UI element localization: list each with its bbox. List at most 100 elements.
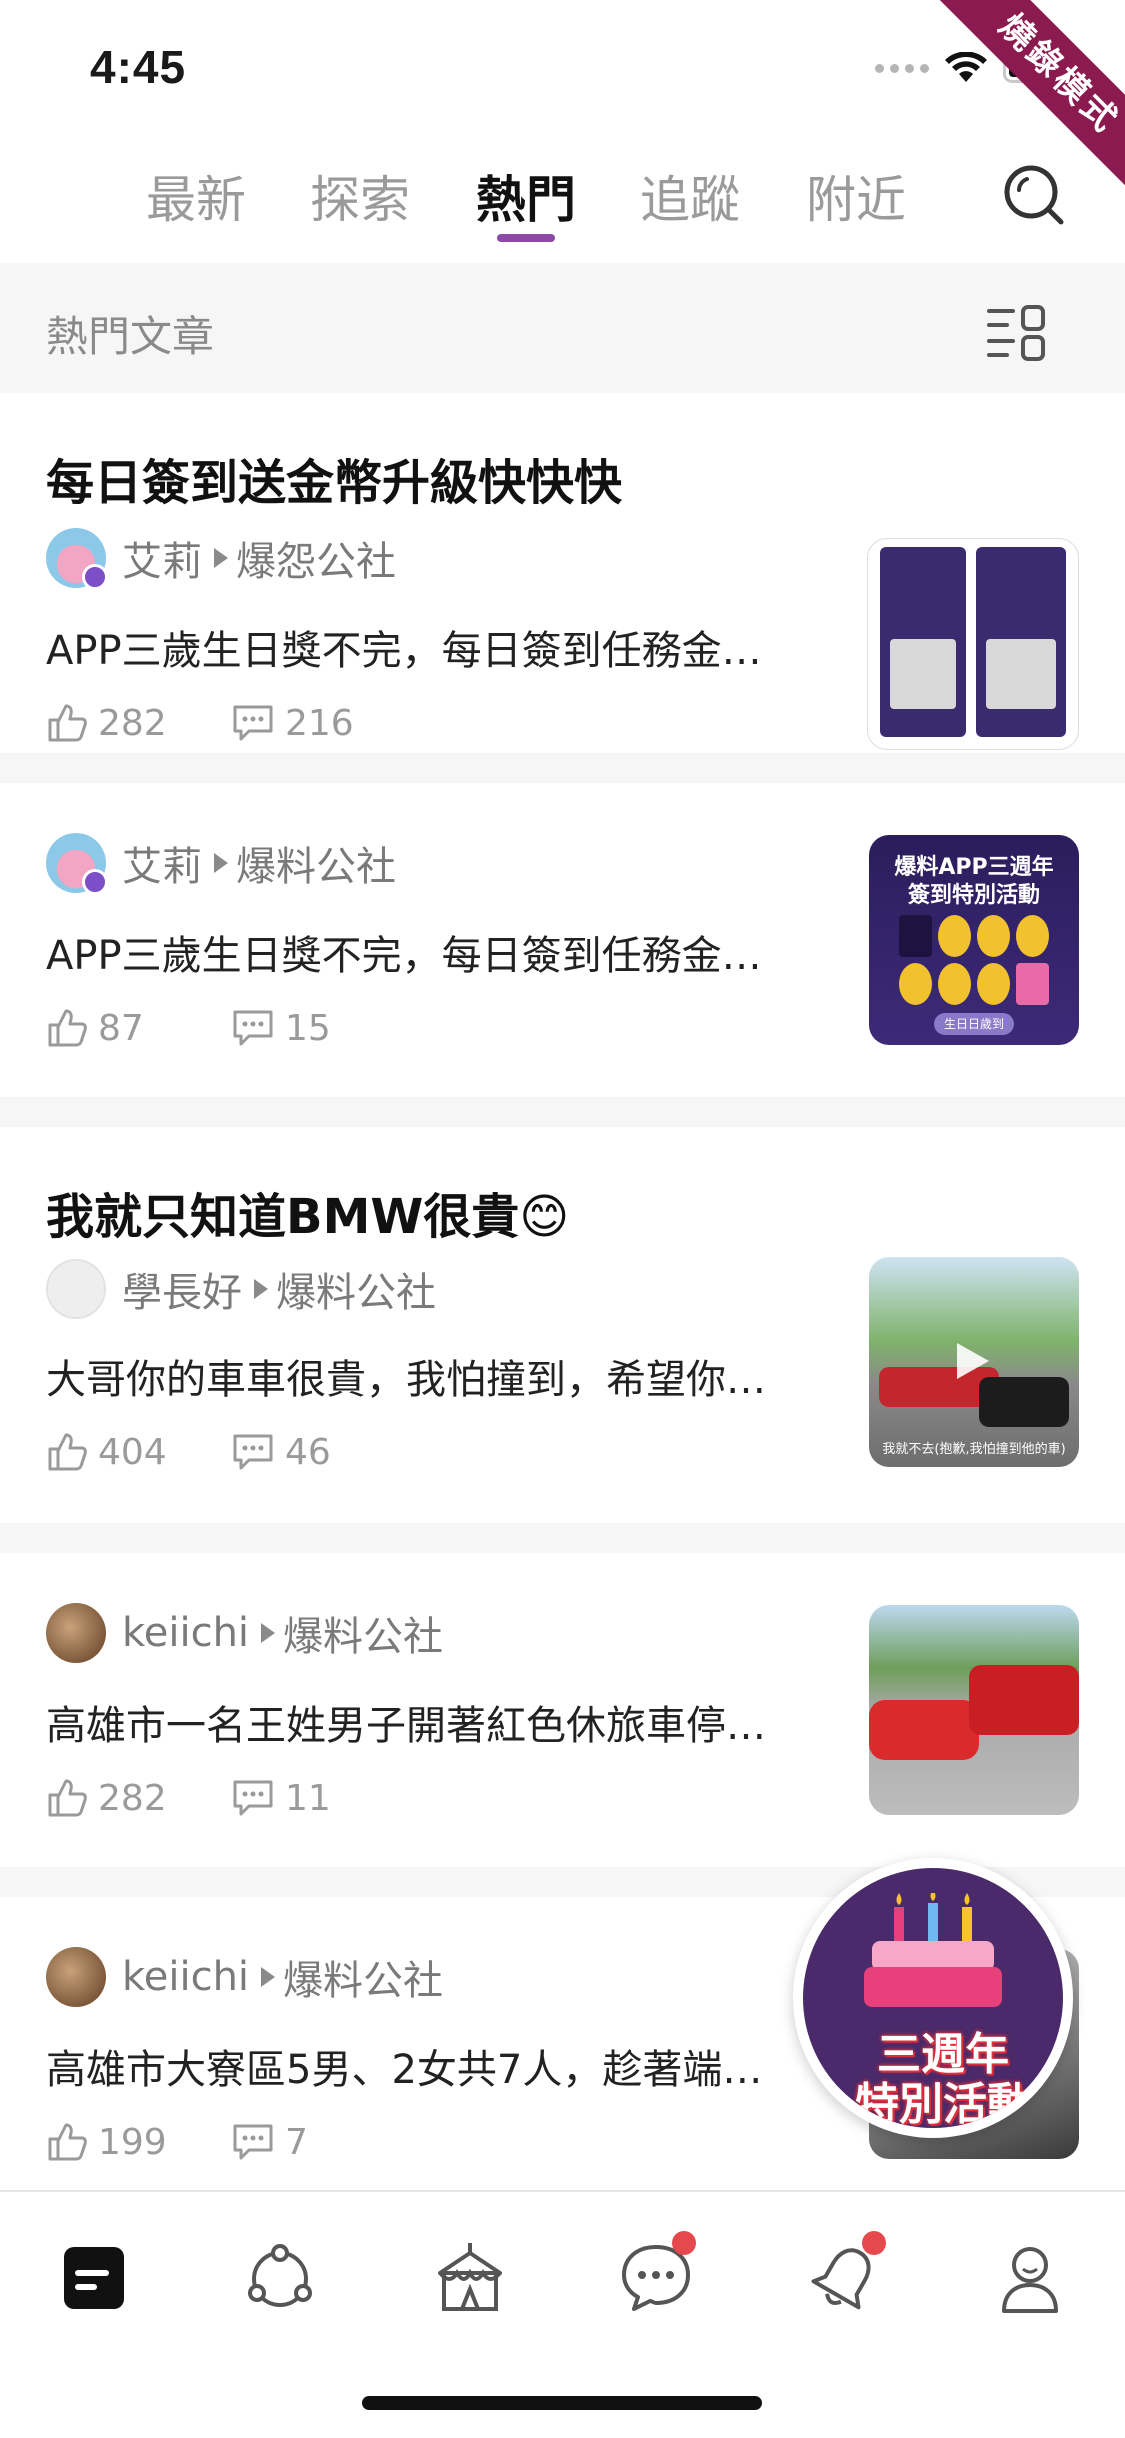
post-title: 每日簽到送金幣升級快快快: [46, 455, 623, 511]
anniversary-promo-button[interactable]: 三週年 特別活動: [793, 1858, 1073, 2138]
nav-home[interactable]: [54, 2237, 134, 2317]
play-arrow-icon: [214, 853, 228, 873]
post-thumbnail[interactable]: 我就不去(抱歉,我怕撞到他的車): [869, 1257, 1079, 1467]
post-thumbnail[interactable]: [869, 1605, 1079, 1815]
author-row: 艾莉 爆怨公社: [46, 528, 396, 590]
like-count: 282: [98, 702, 167, 744]
post-thumbnail[interactable]: 爆料APP三週年 簽到特別活動 生日日歲到: [869, 835, 1079, 1045]
author-row: 學長好 爆料公社: [46, 1259, 436, 1319]
like-count: 87: [98, 1007, 144, 1049]
verified-badge-icon: [82, 564, 108, 590]
nav-explore[interactable]: [240, 2237, 320, 2317]
comment-stat[interactable]: 216: [231, 703, 354, 744]
tab-latest[interactable]: 最新: [146, 160, 246, 232]
nav-messages[interactable]: [616, 2231, 696, 2317]
notification-badge: [862, 2231, 886, 2255]
play-arrow-icon: [254, 1279, 268, 1299]
video-play-icon: [957, 1343, 989, 1379]
comment-stat[interactable]: 46: [231, 1432, 331, 1473]
author-name[interactable]: 學長好: [122, 1260, 242, 1318]
avatar[interactable]: [46, 528, 108, 590]
comment-bubble-icon: [233, 705, 273, 741]
tab-nearby[interactable]: 附近: [806, 160, 906, 232]
post-card[interactable]: 每日簽到送金幣升級快快快 艾莉 爆怨公社 APP三歲生日獎不完，每日簽到任務金……: [0, 393, 1125, 783]
board-name[interactable]: 爆料公社: [283, 1948, 443, 2006]
user-profile-icon: [1002, 2247, 1058, 2313]
section-title: 熱門文章: [46, 312, 215, 361]
like-stat[interactable]: 87: [46, 1007, 231, 1049]
play-arrow-icon: [214, 548, 228, 568]
home-articles-icon: [64, 2247, 124, 2309]
status-time: 4:45: [90, 41, 187, 93]
author-row: 艾莉 爆料公社: [46, 833, 396, 895]
like-stat[interactable]: 282: [46, 702, 231, 744]
nav-events[interactable]: [430, 2237, 510, 2317]
board-name[interactable]: 爆怨公社: [236, 529, 396, 587]
like-stat[interactable]: 199: [46, 2121, 231, 2163]
comment-bubble-icon: [233, 1780, 273, 1816]
board-name[interactable]: 爆料公社: [283, 1604, 443, 1662]
post-card[interactable]: 我就只知道BMW很貴😊 學長好 爆料公社 大哥你的車車很貴，我怕撞到，希望你… …: [0, 1127, 1125, 1553]
post-excerpt: 大哥你的車車很貴，我怕撞到，希望你…: [46, 1357, 766, 1403]
tab-explore[interactable]: 探索: [310, 160, 410, 232]
search-icon[interactable]: [1001, 162, 1067, 228]
section-header: 熱門文章: [0, 263, 1125, 393]
post-card[interactable]: 艾莉 爆料公社 APP三歲生日獎不完，每日簽到任務金… 87 15 爆料APP三…: [0, 783, 1125, 1127]
post-excerpt: APP三歲生日獎不完，每日簽到任務金…: [46, 933, 762, 979]
post-stats: 199 7: [46, 2117, 308, 2167]
birthday-cake-icon: [864, 1893, 1002, 2007]
post-title: 我就只知道BMW很貴😊: [46, 1189, 570, 1245]
comment-stat[interactable]: 7: [231, 2122, 308, 2163]
like-count: 199: [98, 2121, 167, 2163]
post-thumbnail[interactable]: [867, 538, 1079, 750]
post-excerpt: 高雄市大寮區5男、2女共7人，趁著端…: [46, 2047, 763, 2093]
post-stats: 282 216: [46, 698, 354, 748]
avatar[interactable]: [46, 1259, 106, 1319]
author-name[interactable]: 艾莉: [122, 834, 202, 892]
thumbs-up-icon: [48, 2123, 87, 2161]
author-name[interactable]: 艾莉: [122, 529, 202, 587]
play-arrow-icon: [261, 1967, 276, 1987]
tab-following[interactable]: 追蹤: [640, 160, 740, 232]
promo-artwork: 三週年 特別活動: [803, 1868, 1063, 2128]
comment-count: 7: [285, 2121, 308, 2163]
nav-profile[interactable]: [990, 2237, 1070, 2317]
post-stats: 282 11: [46, 1773, 331, 1823]
network-circle-icon: [248, 2244, 312, 2307]
thumbs-up-icon: [48, 704, 87, 742]
notification-badge: [672, 2231, 696, 2255]
post-card[interactable]: keiichi 爆料公社 高雄市一名王姓男子開著紅色休旅車停… 282 11: [0, 1553, 1125, 1897]
comment-stat[interactable]: 11: [231, 1778, 331, 1819]
like-count: 404: [98, 1431, 167, 1473]
comment-bubble-icon: [233, 2124, 273, 2160]
avatar[interactable]: [46, 833, 108, 895]
layout-toggle-icon[interactable]: [987, 305, 1047, 361]
thumbnail-button: 生日日歲到: [934, 1013, 1014, 1035]
tab-hot[interactable]: 熱門: [476, 160, 576, 232]
author-name[interactable]: keiichi: [122, 1954, 249, 2000]
active-tab-indicator: [497, 234, 555, 242]
play-arrow-icon: [261, 1623, 276, 1643]
home-indicator[interactable]: [362, 2396, 762, 2410]
comment-count: 15: [285, 1007, 331, 1049]
board-name[interactable]: 爆料公社: [276, 1260, 436, 1318]
board-name[interactable]: 爆料公社: [236, 834, 396, 892]
like-stat[interactable]: 404: [46, 1431, 231, 1473]
comment-count: 46: [285, 1431, 331, 1473]
like-stat[interactable]: 282: [46, 1777, 231, 1819]
like-count: 282: [98, 1777, 167, 1819]
post-stats: 87 15: [46, 1003, 331, 1053]
avatar[interactable]: [46, 1947, 106, 2007]
thumbnail-subtitle: 簽到特別活動: [907, 883, 1040, 908]
cellular-signal-icon: [875, 63, 929, 73]
comment-stat[interactable]: 15: [231, 1008, 331, 1049]
thumbnail-caption: 我就不去(抱歉,我怕撞到他的車): [882, 1442, 1066, 1457]
promo-line-2: 特別活動: [855, 2079, 1031, 2128]
author-row: keiichi 爆料公社: [46, 1603, 443, 1663]
avatar[interactable]: [46, 1603, 106, 1663]
author-name[interactable]: keiichi: [122, 1610, 249, 1656]
comment-bubble-icon: [233, 1010, 273, 1046]
nav-notifications[interactable]: [806, 2231, 886, 2317]
comment-count: 216: [285, 702, 354, 744]
author-row: keiichi 爆料公社: [46, 1947, 443, 2007]
